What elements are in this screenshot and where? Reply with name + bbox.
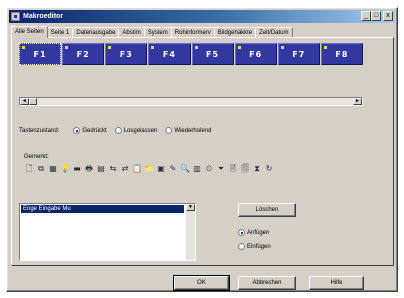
redo-icon[interactable]: ↻	[264, 164, 274, 174]
radio-gedrueckt[interactable]: Gedrückt	[73, 127, 107, 134]
copy-icon[interactable]: ⧉	[36, 164, 46, 174]
pen-icon[interactable]: ✎	[168, 164, 178, 174]
fkey-f7[interactable]: F7	[277, 43, 320, 65]
app-icon	[11, 12, 20, 21]
radio-label: Einfügen	[247, 243, 271, 250]
radio-circle[interactable]	[165, 127, 173, 134]
radio-einfuegen[interactable]: Einfügen	[238, 243, 271, 250]
chart-icon[interactable]: ▦	[48, 164, 58, 174]
scroll-thumb[interactable]	[29, 98, 37, 105]
fkey-f2[interactable]: F2	[62, 43, 105, 65]
stamp-icon[interactable]: ▣	[156, 164, 166, 174]
page-icon[interactable]: 🗋	[24, 164, 34, 174]
radio-anfuegen[interactable]: Anfügen	[238, 229, 271, 236]
print-icon[interactable]: 🖶	[84, 164, 94, 174]
folder-icon[interactable]: 📁	[144, 164, 154, 174]
table-icon[interactable]: ▥	[192, 164, 202, 174]
title-bar[interactable]: Makroeditor _ □ x	[9, 10, 395, 23]
grid-icon[interactable]: ▤	[96, 164, 106, 174]
fkey-f1[interactable]: F1	[19, 43, 62, 65]
link-icon[interactable]: ⇄	[120, 164, 130, 174]
scroll-right-button[interactable]: ►	[353, 98, 362, 105]
radio-circle[interactable]	[114, 127, 122, 134]
fkey-f3[interactable]: F3	[105, 43, 148, 65]
key-state-label: Tastenzustand:	[19, 127, 60, 134]
fkey-f4[interactable]: F4	[148, 43, 191, 65]
scroll-down-button[interactable]: ▼	[186, 204, 195, 211]
radio-circle[interactable]	[238, 243, 245, 250]
close-button[interactable]: x	[383, 11, 393, 21]
window-title: Makroeditor	[23, 13, 64, 20]
radio-label: Wiederholend	[174, 127, 212, 134]
list-item-selected[interactable]: Enge Eingabe Mu	[21, 205, 184, 213]
command-icon-toolbar: 🗋 ⧉ ▦ 💡 ▬ 🖶 ▤ ⇆ ⇄ 📋 📁 ▣ ✎ 🔍 ▥ ⏲ ⏷ 🗎 🗐 ⧗ ↻	[24, 164, 274, 174]
fkey-f6[interactable]: F6	[234, 43, 277, 65]
doc-icon[interactable]: 🗎	[228, 164, 238, 174]
ok-button[interactable]: OK	[173, 275, 230, 291]
insert-mode-group: Anfügen Einfügen	[238, 229, 279, 257]
macro-list[interactable]: Enge Eingabe Mu ▲ ▼	[19, 203, 196, 261]
vertical-scrollbar[interactable]: ▲ ▼	[186, 204, 195, 260]
clock-icon[interactable]: ⏲	[204, 164, 214, 174]
radio-label: Anfügen	[247, 229, 270, 236]
search-icon[interactable]: 🔍	[180, 164, 190, 174]
delete-button[interactable]: Löschen	[238, 203, 296, 217]
radio-label: Losgelassen	[123, 127, 158, 134]
tab-alle-seiten[interactable]: Alle Seiten	[11, 26, 48, 38]
clipboard-icon[interactable]: 📋	[132, 164, 142, 174]
hourglass-icon[interactable]: ⧗	[252, 164, 262, 174]
radio-wiederholend[interactable]: Wiederholend	[165, 127, 211, 134]
bulb-icon[interactable]: 💡	[60, 164, 70, 174]
key-state-group: Tastenzustand: Gedrückt Losgelassen Wied…	[19, 127, 219, 134]
radio-losgelassen[interactable]: Losgelassen	[114, 127, 158, 134]
maximize-button[interactable]: □	[371, 11, 381, 21]
arrow-icon[interactable]: ⇆	[108, 164, 118, 174]
fkey-f5[interactable]: F5	[191, 43, 234, 65]
minimize-button[interactable]: _	[361, 11, 371, 21]
cancel-button[interactable]: Abbrechen	[238, 276, 296, 290]
function-key-bar: F1 F2 F3 F4 F5 F6 F7 F8	[19, 43, 363, 65]
card-icon[interactable]: ▬	[72, 164, 82, 174]
horizontal-scrollbar[interactable]: ◄ ►	[19, 97, 363, 106]
command-group-label: Gemerkt:	[24, 154, 49, 160]
radio-circle[interactable]	[73, 127, 81, 134]
fkey-f8[interactable]: F8	[320, 43, 363, 65]
funnel-icon[interactable]: ⏷	[216, 164, 226, 174]
doc2-icon[interactable]: 🗐	[240, 164, 250, 174]
help-button[interactable]: Hilfe	[309, 276, 364, 290]
scroll-left-button[interactable]: ◄	[20, 98, 29, 105]
radio-label: Gedrückt	[82, 127, 107, 134]
radio-circle[interactable]	[238, 229, 245, 236]
